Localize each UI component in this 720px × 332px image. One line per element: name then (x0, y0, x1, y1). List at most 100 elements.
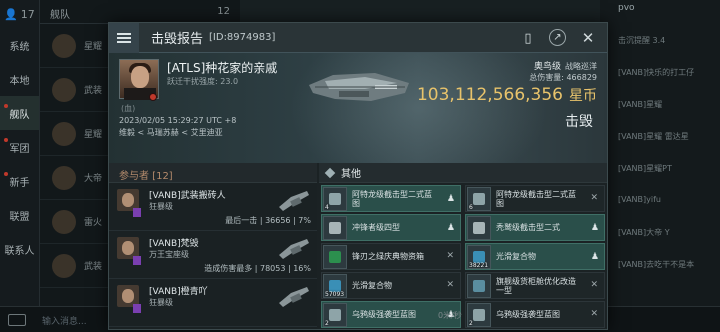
item-name: 光滑复合物 (352, 281, 392, 290)
channel-tab-label: 系统 (9, 41, 30, 53)
participant-name: [VANB]橙青吖 (149, 287, 208, 297)
victim-security: 跃迁干扰强度: 23.0 (167, 77, 239, 86)
avatar (52, 77, 76, 102)
item-icon: 6 (467, 186, 491, 211)
clipboard-icon[interactable]: ▯ (519, 29, 537, 47)
ship-class: 战略巡洋 (565, 62, 597, 71)
item-icon: 57093 (323, 273, 347, 298)
notification-dot-icon (4, 138, 8, 142)
notification-dot-icon (4, 104, 8, 108)
channel-message: [VANB]去吃干不是本 (618, 260, 695, 269)
participant-row[interactable]: [VANB]梵毁 万王宝座级造成伤害最多 | 78053 | 16% (109, 231, 317, 279)
weapon-icon (279, 287, 309, 307)
item-icon: 2 (323, 302, 347, 327)
item-cell[interactable]: 冲锋者级四型 ♟ (321, 214, 461, 241)
item-cell[interactable]: 锋刃之绿庆典物资箱 ✕ (321, 243, 461, 270)
keyboard-icon[interactable] (8, 314, 26, 326)
channel-tab[interactable]: 舰队 (0, 96, 39, 130)
item-name: 乌鸦级强袭型蓝图 (352, 310, 416, 319)
menu-button[interactable] (109, 22, 139, 53)
channel-tab[interactable]: 新手 (0, 164, 39, 198)
item-cell[interactable]: 4 阿特龙级截击型二式蓝图 ♟ (321, 185, 461, 212)
dialog-title-bar: 击毁报告 [ID:8974983] ▯ ↗ ✕ (109, 22, 607, 53)
rank-badge-icon (133, 304, 141, 313)
notification-dot-icon (4, 172, 8, 176)
dropped-icon: ♟ (590, 223, 599, 233)
rank-badge-icon (133, 208, 141, 217)
item-name: 光滑复合物 (496, 252, 536, 261)
fleet-member-name: 星耀 (84, 130, 103, 140)
item-quantity: 2 (469, 319, 473, 327)
participant-damage-stat: 造成伤害最多 | 78053 | 16% (204, 264, 311, 273)
avatar (52, 121, 76, 146)
fleet-member-name: 雷火 (84, 218, 103, 228)
chat-header: 👤 17 (0, 0, 39, 28)
channel-message: [VANB]星耀PT (618, 164, 672, 173)
participant-row[interactable]: [VANB]橙青吖 狂暴级 (109, 279, 317, 327)
participant-ship: 狂暴级 (149, 298, 173, 307)
channel-message: [VANB]快乐的打工仔 (618, 68, 695, 77)
channel-message: [VANB]大帝 Y (618, 228, 670, 237)
ship-name[interactable]: 奥鸟级 战略巡洋 (534, 59, 597, 72)
destroyed-icon: ✕ (590, 280, 598, 290)
speed-readout: 0米/秒 (438, 311, 462, 320)
avatar (52, 209, 76, 234)
avatar (52, 33, 76, 58)
top-bar (240, 0, 600, 24)
item-icon (467, 273, 491, 298)
channel-message: [VANB]yifu (618, 195, 661, 204)
participant-row[interactable]: [VANB]武装搬砖人 狂暴级 最后一击 | 36656 | 7% (109, 183, 317, 231)
channel-tab-label: 新手 (9, 177, 30, 189)
dropped-icon: ♟ (590, 252, 599, 262)
channel-tab[interactable]: 联系人 (0, 232, 39, 266)
channel-tab[interactable]: 本地 (0, 62, 39, 96)
fleet-count: 12 (217, 6, 230, 17)
participant-ship: 万王宝座级 (149, 250, 189, 259)
item-quantity: 6 (469, 203, 473, 211)
channel-message: [VANB]星耀 (618, 100, 663, 109)
channel-tab-label: 本地 (9, 75, 30, 87)
item-name: 乌鸦级强袭型蓝图 (496, 310, 560, 319)
fleet-member-name: 武装 (84, 86, 103, 96)
corp-mark: (血) (121, 104, 136, 113)
kill-location[interactable]: 维毅 < 马瑞苏赫 < 艾里迪亚 (119, 127, 223, 138)
game-screen: 👤 17 系统 本地 舰队 军团 新手 联盟 联系人 舰队 12 星耀 武装 星耀 大帝 雷火 武装 … (0, 0, 720, 332)
dialog-title: 击毁报告 (151, 32, 204, 47)
channel-tab-label: 军团 (9, 143, 30, 155)
item-cell[interactable]: 旗舰级货柜舱优化改造 一型 ✕ (465, 272, 605, 299)
destroyed-icon: ✕ (446, 251, 454, 261)
standing-icon (149, 93, 157, 101)
kill-report-dialog: 击毁报告 [ID:8974983] ▯ ↗ ✕ [ATLS]种花家的亲戚 跃迁干… (108, 22, 608, 330)
item-icon: 2 (467, 302, 491, 327)
isk-value: 103,112,566,356 星币 (416, 85, 597, 105)
share-icon[interactable]: ↗ (549, 29, 566, 46)
item-cell[interactable]: 38221 光滑复合物 ♟ (465, 243, 605, 270)
item-icon: 4 (323, 186, 347, 211)
close-icon[interactable]: ✕ (579, 29, 597, 47)
item-cell[interactable]: 57093 光滑复合物 ✕ (321, 272, 461, 299)
victim-name[interactable]: [ATLS]种花家的亲戚 (167, 59, 277, 76)
channel-tab[interactable]: 联盟 (0, 198, 39, 232)
weapon-icon (279, 191, 309, 211)
item-cell[interactable]: 秃鹫级截击型二式 ♟ (465, 214, 605, 241)
item-name: 旗舰级货柜舱优化改造 一型 (496, 276, 576, 295)
dropped-items-panel: 其他 4 阿特龙级截击型二式蓝图 ♟ 6 阿特龙级截击型二式蓝图 ✕ 冲锋者级四型 ♟ 秃鹫级截… (319, 163, 607, 329)
kill-result: 击毁 (565, 114, 593, 130)
participants-header: 参与者 [12] (109, 163, 317, 183)
fleet-member-name: 大帝 (84, 174, 103, 184)
participants-list: 参与者 [12] [VANB]武装搬砖人 狂暴级 最后一击 | 36656 | 7%… (109, 163, 317, 329)
fleet-member-name: 武装 (84, 262, 103, 272)
item-quantity: 2 (325, 319, 329, 327)
kill-id[interactable]: [ID:8974983] (209, 32, 275, 43)
channel-tab[interactable]: 军团 (0, 130, 39, 164)
chat-channel-sidebar: 👤 17 系统本地舰队军团新手联盟 联系人 (0, 0, 40, 332)
item-cell[interactable]: 2 乌鸦级强袭型蓝图 ✕ (465, 301, 605, 328)
participant-name: [VANB]梵毁 (149, 239, 199, 249)
item-cell[interactable]: 6 阿特龙级截击型二式蓝图 ✕ (465, 185, 605, 212)
rank-badge-icon (133, 256, 141, 265)
item-name: 秃鹫级截击型二式 (496, 223, 560, 232)
item-icon: 38221 (467, 244, 491, 269)
channel-tab[interactable]: 系统 (0, 28, 39, 62)
fleet-member-name: 星耀 (84, 42, 103, 52)
menu-icon (117, 32, 131, 43)
